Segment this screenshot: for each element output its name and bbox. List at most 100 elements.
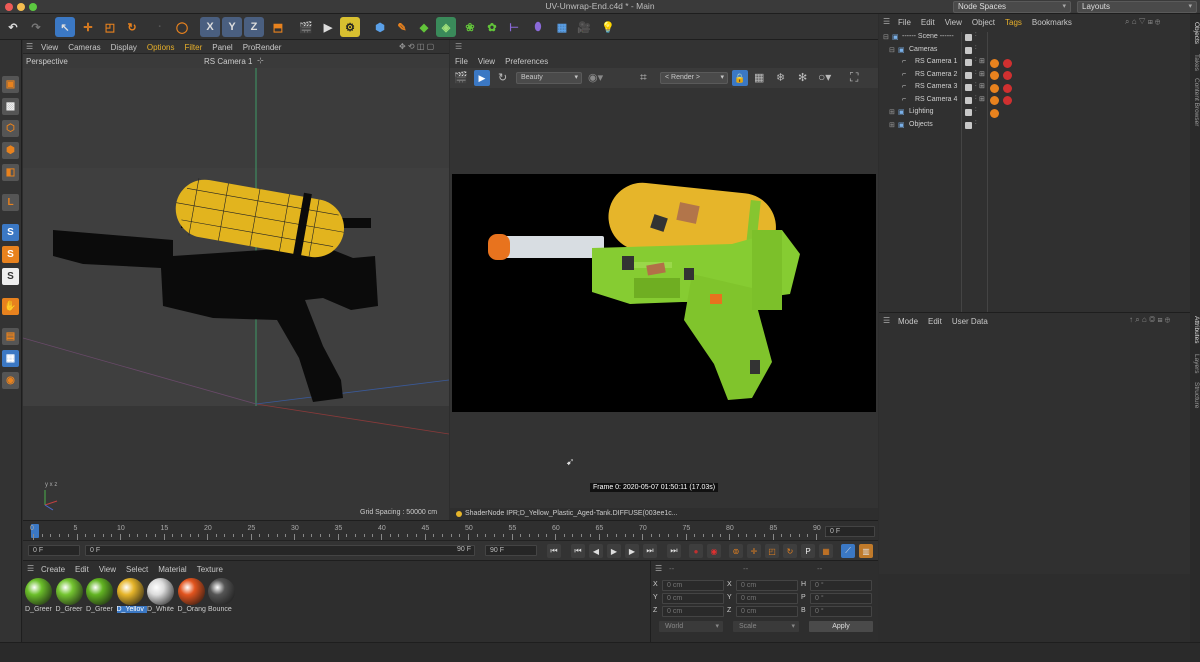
enable-checkbox[interactable] — [965, 121, 972, 129]
material-swatch[interactable] — [55, 578, 83, 605]
enable-checkbox[interactable] — [965, 109, 972, 116]
material-label[interactable]: Bounce — [208, 606, 238, 613]
workplane-icon[interactable]: S — [2, 268, 19, 285]
refresh-icon[interactable]: ↻ — [498, 71, 507, 84]
enable-checkbox[interactable] — [965, 84, 972, 91]
end-frame-field[interactable]: 90 F — [485, 545, 537, 556]
viewport-navigation-icons[interactable]: ✥ ⟲ ◫ ▢ — [399, 42, 434, 51]
render-region-icon[interactable]: 🎬 — [296, 17, 316, 37]
render-image[interactable] — [452, 174, 876, 412]
material-swatch[interactable] — [147, 578, 174, 605]
snap-settings-icon[interactable]: S — [2, 246, 19, 263]
material-swatch[interactable] — [177, 578, 205, 605]
parameter-key-icon[interactable]: P — [801, 544, 815, 558]
render-pass-dropdown[interactable]: Beauty ▾ — [516, 72, 582, 84]
menu-material[interactable]: Material — [158, 565, 186, 574]
menu-view[interactable]: View — [99, 565, 116, 574]
select-tool-icon[interactable]: ↖ — [55, 17, 75, 37]
target-tag-icon[interactable] — [990, 83, 999, 93]
panel-menu-icon[interactable]: ☰ — [26, 42, 33, 51]
coordinate-system-icon[interactable]: ⬒ — [268, 17, 288, 37]
y-axis-lock-icon[interactable]: Y — [222, 17, 242, 37]
coordinate-value-field[interactable]: 0 cm — [736, 593, 798, 604]
redshift-tag-icon[interactable] — [1003, 71, 1012, 80]
material-label[interactable]: D_Greer — [56, 606, 86, 613]
paint-icon[interactable]: ◉ — [2, 372, 19, 389]
redo-icon[interactable]: ↷ — [26, 17, 46, 37]
apply-button[interactable]: Apply — [809, 621, 873, 632]
menu-panel[interactable]: Panel — [212, 43, 232, 52]
timeline-ruler[interactable]: 0 5 10 15 20 25 30 35 40 45 50 55 60 65 70 75 80 85 90 0 F — [23, 520, 878, 540]
menu-prorender[interactable]: ProRender — [243, 43, 282, 52]
menu-edit[interactable]: Edit — [921, 18, 935, 27]
edges-mode-icon[interactable]: ⬢ — [2, 142, 19, 159]
menu-edit[interactable]: Edit — [928, 317, 942, 326]
deformer-icon[interactable]: ⊢ — [504, 17, 524, 37]
tree-row-rs-camera-3[interactable]: ⌐ RS Camera 3 : ⊞ — [879, 82, 1190, 95]
checker-icon[interactable]: ▩ — [2, 98, 19, 115]
layouts-dropdown[interactable]: Layouts ▾ — [1077, 1, 1197, 13]
tree-row-cameras[interactable]: ⊟ ▣ Cameras : — [879, 45, 1190, 58]
recent-tools-icon[interactable]: · — [150, 17, 170, 37]
material-swatch[interactable] — [25, 578, 52, 605]
camera-icon[interactable]: 🎥 — [574, 17, 594, 37]
tab-layers[interactable]: Layers — [1190, 354, 1200, 374]
protection-tag-icon[interactable]: ⊞ — [979, 82, 985, 90]
menu-display[interactable]: Display — [111, 43, 137, 52]
menu-object[interactable]: Object — [972, 18, 995, 27]
redshift-tag-icon[interactable] — [1003, 96, 1012, 105]
position-key-icon[interactable]: ✛ — [747, 544, 761, 558]
menu-mode[interactable]: Mode — [898, 317, 918, 326]
make-editable-icon[interactable]: ▣ — [2, 76, 19, 93]
menu-file[interactable]: File — [455, 57, 468, 66]
menu-edit[interactable]: Edit — [75, 565, 89, 574]
start-ipr-icon[interactable]: ▶ — [474, 70, 490, 86]
enable-checkbox[interactable] — [965, 71, 972, 79]
sculpt-icon[interactable]: ✋ — [2, 298, 19, 315]
panel-menu-icon[interactable]: ☰ — [655, 564, 662, 573]
x-axis-lock-icon[interactable]: X — [200, 17, 220, 37]
protection-tag-icon[interactable]: ⊞ — [979, 57, 985, 65]
material-label[interactable]: D_Greer — [25, 606, 55, 613]
coordinate-value-field[interactable]: 0 cm — [662, 580, 724, 591]
node-spaces-dropdown[interactable]: Node Spaces ▾ — [953, 1, 1071, 13]
scale-tool-icon[interactable]: ◰ — [100, 17, 120, 37]
move-tool-icon[interactable]: ✛ — [78, 17, 98, 37]
polygons-mode-icon[interactable]: ◧ — [2, 164, 19, 181]
pen-icon[interactable]: ✎ — [392, 17, 412, 37]
menu-view[interactable]: View — [478, 57, 495, 66]
redshift-tag-icon[interactable] — [1003, 83, 1012, 93]
record-keys-icon[interactable]: ● — [689, 544, 703, 558]
circle-option-icon[interactable]: ○▾ — [818, 70, 831, 84]
search-icon[interactable]: ⌕ ⌂ ▽ ⊞ ⊕ — [1125, 17, 1160, 27]
crop-icon[interactable]: ⌗ — [640, 70, 647, 85]
coordinate-value-field[interactable]: 0 ° — [810, 580, 872, 591]
enable-checkbox[interactable] — [965, 34, 972, 41]
axis-mode-icon[interactable]: L — [2, 194, 19, 211]
menu-user-data[interactable]: User Data — [952, 317, 988, 326]
timeline-window-icon[interactable]: ▥ — [859, 544, 873, 558]
tree-row-rs-camera-2[interactable]: ⌐ RS Camera 2 : ⊞ — [879, 70, 1190, 83]
coordinate-value-field[interactable]: 0 cm — [736, 580, 798, 591]
floor-icon[interactable]: ▦ — [552, 17, 572, 37]
live-selection-icon[interactable]: ◯ — [172, 17, 192, 37]
menu-view[interactable]: View — [41, 43, 58, 52]
menu-filter[interactable]: Filter — [184, 43, 202, 52]
tab-objects[interactable]: Objects — [1190, 22, 1200, 44]
next-frame-icon[interactable]: ▶ — [625, 544, 639, 558]
cloner-icon[interactable]: ❀ — [460, 17, 480, 37]
material-label[interactable]: D_Orang — [178, 606, 208, 613]
coordinate-value-field[interactable]: 0 cm — [662, 606, 724, 617]
panel-menu-icon[interactable]: ☰ — [455, 42, 462, 51]
undo-icon[interactable]: ↶ — [3, 17, 23, 37]
coordinate-value-field[interactable]: 0 cm — [662, 593, 724, 604]
tab-attributes[interactable]: Attributes — [1190, 316, 1200, 343]
enable-checkbox[interactable] — [965, 96, 972, 104]
play-icon[interactable]: ▶ — [607, 544, 621, 558]
menu-create[interactable]: Create — [41, 565, 65, 574]
go-to-end-icon[interactable]: ⏭ — [667, 544, 681, 558]
menu-preferences[interactable]: Preferences — [505, 57, 548, 66]
protection-tag-icon[interactable]: ⊞ — [979, 70, 985, 78]
current-frame-slider[interactable]: 0 F — [85, 545, 475, 556]
protection-tag-icon[interactable]: ⊞ — [979, 95, 985, 103]
